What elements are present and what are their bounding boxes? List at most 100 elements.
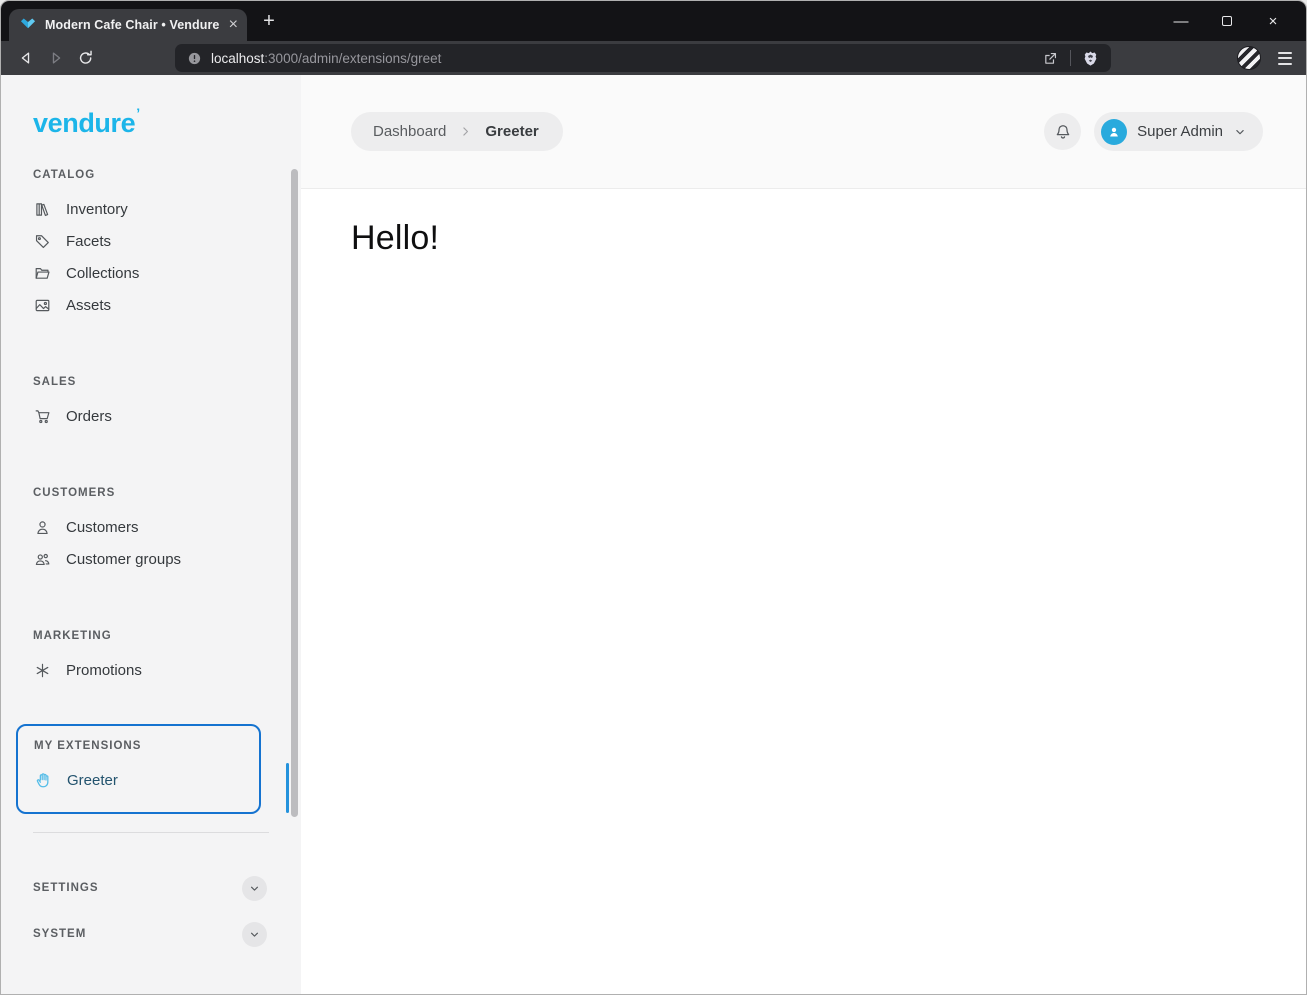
section-title-catalog: CATALOG — [33, 169, 96, 181]
sidebar-item-label: Orders — [66, 407, 112, 425]
breadcrumb-current: Greeter — [485, 123, 539, 140]
main-header: Dashboard Greeter Super Admin — [301, 75, 1306, 189]
system-expand-button[interactable] — [242, 921, 267, 947]
reload-icon — [79, 50, 92, 64]
forward-icon — [52, 52, 61, 64]
sidebar-item-promotions[interactable]: Promotions — [1, 654, 301, 686]
toolbar-right — [1237, 46, 1294, 70]
chevron-down-icon — [250, 932, 259, 937]
reload-button[interactable] — [71, 44, 101, 72]
browser-profile-avatar[interactable] — [1237, 46, 1261, 70]
tab-close-icon[interactable]: × — [229, 17, 238, 33]
waving-hand-icon — [36, 772, 49, 787]
marketing-list: Promotions — [1, 654, 301, 686]
browser-tab[interactable]: Modern Cafe Chair • Vendure × — [9, 9, 247, 41]
section-title-system: SYSTEM — [33, 928, 87, 940]
logo-mark: ’ — [136, 105, 140, 121]
asterisk-icon — [36, 663, 49, 677]
header-actions: Super Admin — [1044, 112, 1263, 151]
share-icon[interactable] — [1042, 50, 1059, 67]
settings-expand-button[interactable] — [242, 875, 267, 901]
section-title-settings: SETTINGS — [33, 882, 99, 894]
sidebar-item-label: Greeter — [67, 771, 118, 789]
back-icon — [21, 52, 30, 64]
section-title-my-extensions: MY EXTENSIONS — [34, 740, 142, 752]
sidebar-item-label: Facets — [66, 232, 112, 250]
notifications-button[interactable] — [1044, 113, 1082, 150]
main-area: Dashboard Greeter Super Admin Hello! — [301, 75, 1306, 994]
sidebar-item-label: Collections — [66, 264, 140, 282]
url-host: localhost — [211, 50, 265, 66]
minimize-button[interactable]: — — [1158, 1, 1204, 41]
maximize-icon — [1222, 16, 1232, 26]
sidebar: vendure’ CATALOG Inventory Facets Collec… — [1, 75, 301, 994]
sales-list: Orders — [1, 400, 301, 432]
user-avatar — [1101, 118, 1128, 145]
url-path: :3000/admin/extensions/greet — [264, 50, 442, 66]
browser-toolbar: localhost:3000/admin/extensions/greet — [1, 41, 1306, 75]
sidebar-item-orders[interactable]: Orders — [1, 400, 301, 432]
new-tab-button[interactable]: + — [258, 11, 280, 33]
section-title-sales: SALES — [33, 376, 77, 388]
menu-icon[interactable] — [1276, 48, 1294, 69]
page-content: Hello! — [301, 189, 1306, 258]
chevron-down-icon — [250, 886, 259, 891]
window-controls: — × — [1158, 1, 1296, 41]
toolbar-divider — [1070, 50, 1071, 66]
my-extensions-highlight-box: MY EXTENSIONS Greeter — [16, 724, 261, 814]
folder-icon — [35, 267, 50, 279]
app-page: vendure’ CATALOG Inventory Facets Collec… — [1, 75, 1306, 994]
sidebar-item-label: Promotions — [66, 661, 142, 679]
breadcrumb: Dashboard Greeter — [351, 112, 563, 151]
user-menu[interactable]: Super Admin — [1094, 112, 1263, 151]
window-close-button[interactable]: × — [1250, 1, 1296, 41]
tag-icon — [35, 234, 49, 248]
urlbar-actions — [1042, 50, 1099, 67]
sidebar-item-facets[interactable]: Facets — [1, 225, 301, 257]
url-bar[interactable]: localhost:3000/admin/extensions/greet — [175, 44, 1111, 72]
back-button[interactable] — [11, 44, 41, 72]
greeting-heading: Hello! — [351, 219, 440, 257]
sidebar-item-customer-groups[interactable]: Customer groups — [1, 543, 301, 575]
tab-title: Modern Cafe Chair • Vendure — [45, 18, 220, 32]
catalog-list: Inventory Facets Collections Assets — [1, 193, 301, 321]
sidebar-item-label: Customer groups — [66, 550, 182, 568]
sidebar-section-settings[interactable]: SETTINGS — [1, 865, 301, 911]
customers-list: Customers Customer groups — [1, 511, 301, 575]
inventory-icon — [36, 202, 49, 216]
chevron-right-icon — [463, 127, 469, 136]
url-text: localhost:3000/admin/extensions/greet — [211, 51, 441, 66]
sidebar-divider — [33, 832, 269, 833]
section-title-customers: CUSTOMERS — [33, 487, 116, 499]
sidebar-item-inventory[interactable]: Inventory — [1, 193, 301, 225]
sidebar-item-customers[interactable]: Customers — [1, 511, 301, 543]
breadcrumb-dashboard-link[interactable]: Dashboard — [373, 123, 446, 140]
sidebar-item-greeter[interactable]: Greeter — [18, 764, 259, 796]
sidebar-item-label: Customers — [66, 518, 139, 536]
sidebar-item-collections[interactable]: Collections — [1, 257, 301, 289]
image-icon — [35, 299, 50, 311]
vendure-logo: vendure’ — [33, 105, 140, 138]
sidebar-item-label: Inventory — [66, 200, 128, 218]
user-name: Super Admin — [1137, 123, 1223, 140]
user-icon — [37, 520, 48, 534]
vendure-favicon-icon — [20, 18, 36, 29]
active-item-indicator — [285, 763, 289, 813]
brave-shield-icon[interactable] — [1082, 50, 1099, 67]
site-info-icon[interactable] — [187, 51, 202, 66]
bell-icon — [1056, 124, 1069, 139]
browser-window: Modern Cafe Chair • Vendure × + — × loca… — [0, 0, 1307, 995]
cart-icon — [35, 409, 50, 423]
chevron-down-icon — [1236, 129, 1244, 134]
extensions-list: Greeter — [18, 764, 259, 796]
section-title-marketing: MARKETING — [33, 630, 112, 642]
users-icon — [35, 553, 50, 565]
sidebar-scrollbar-thumb[interactable] — [291, 169, 298, 817]
maximize-button[interactable] — [1204, 1, 1250, 41]
forward-button[interactable] — [41, 44, 71, 72]
sidebar-section-system[interactable]: SYSTEM — [1, 911, 301, 957]
browser-titlebar: Modern Cafe Chair • Vendure × + — × — [1, 1, 1306, 41]
sidebar-item-assets[interactable]: Assets — [1, 289, 301, 321]
sidebar-item-label: Assets — [66, 296, 112, 314]
person-icon — [1110, 127, 1118, 136]
